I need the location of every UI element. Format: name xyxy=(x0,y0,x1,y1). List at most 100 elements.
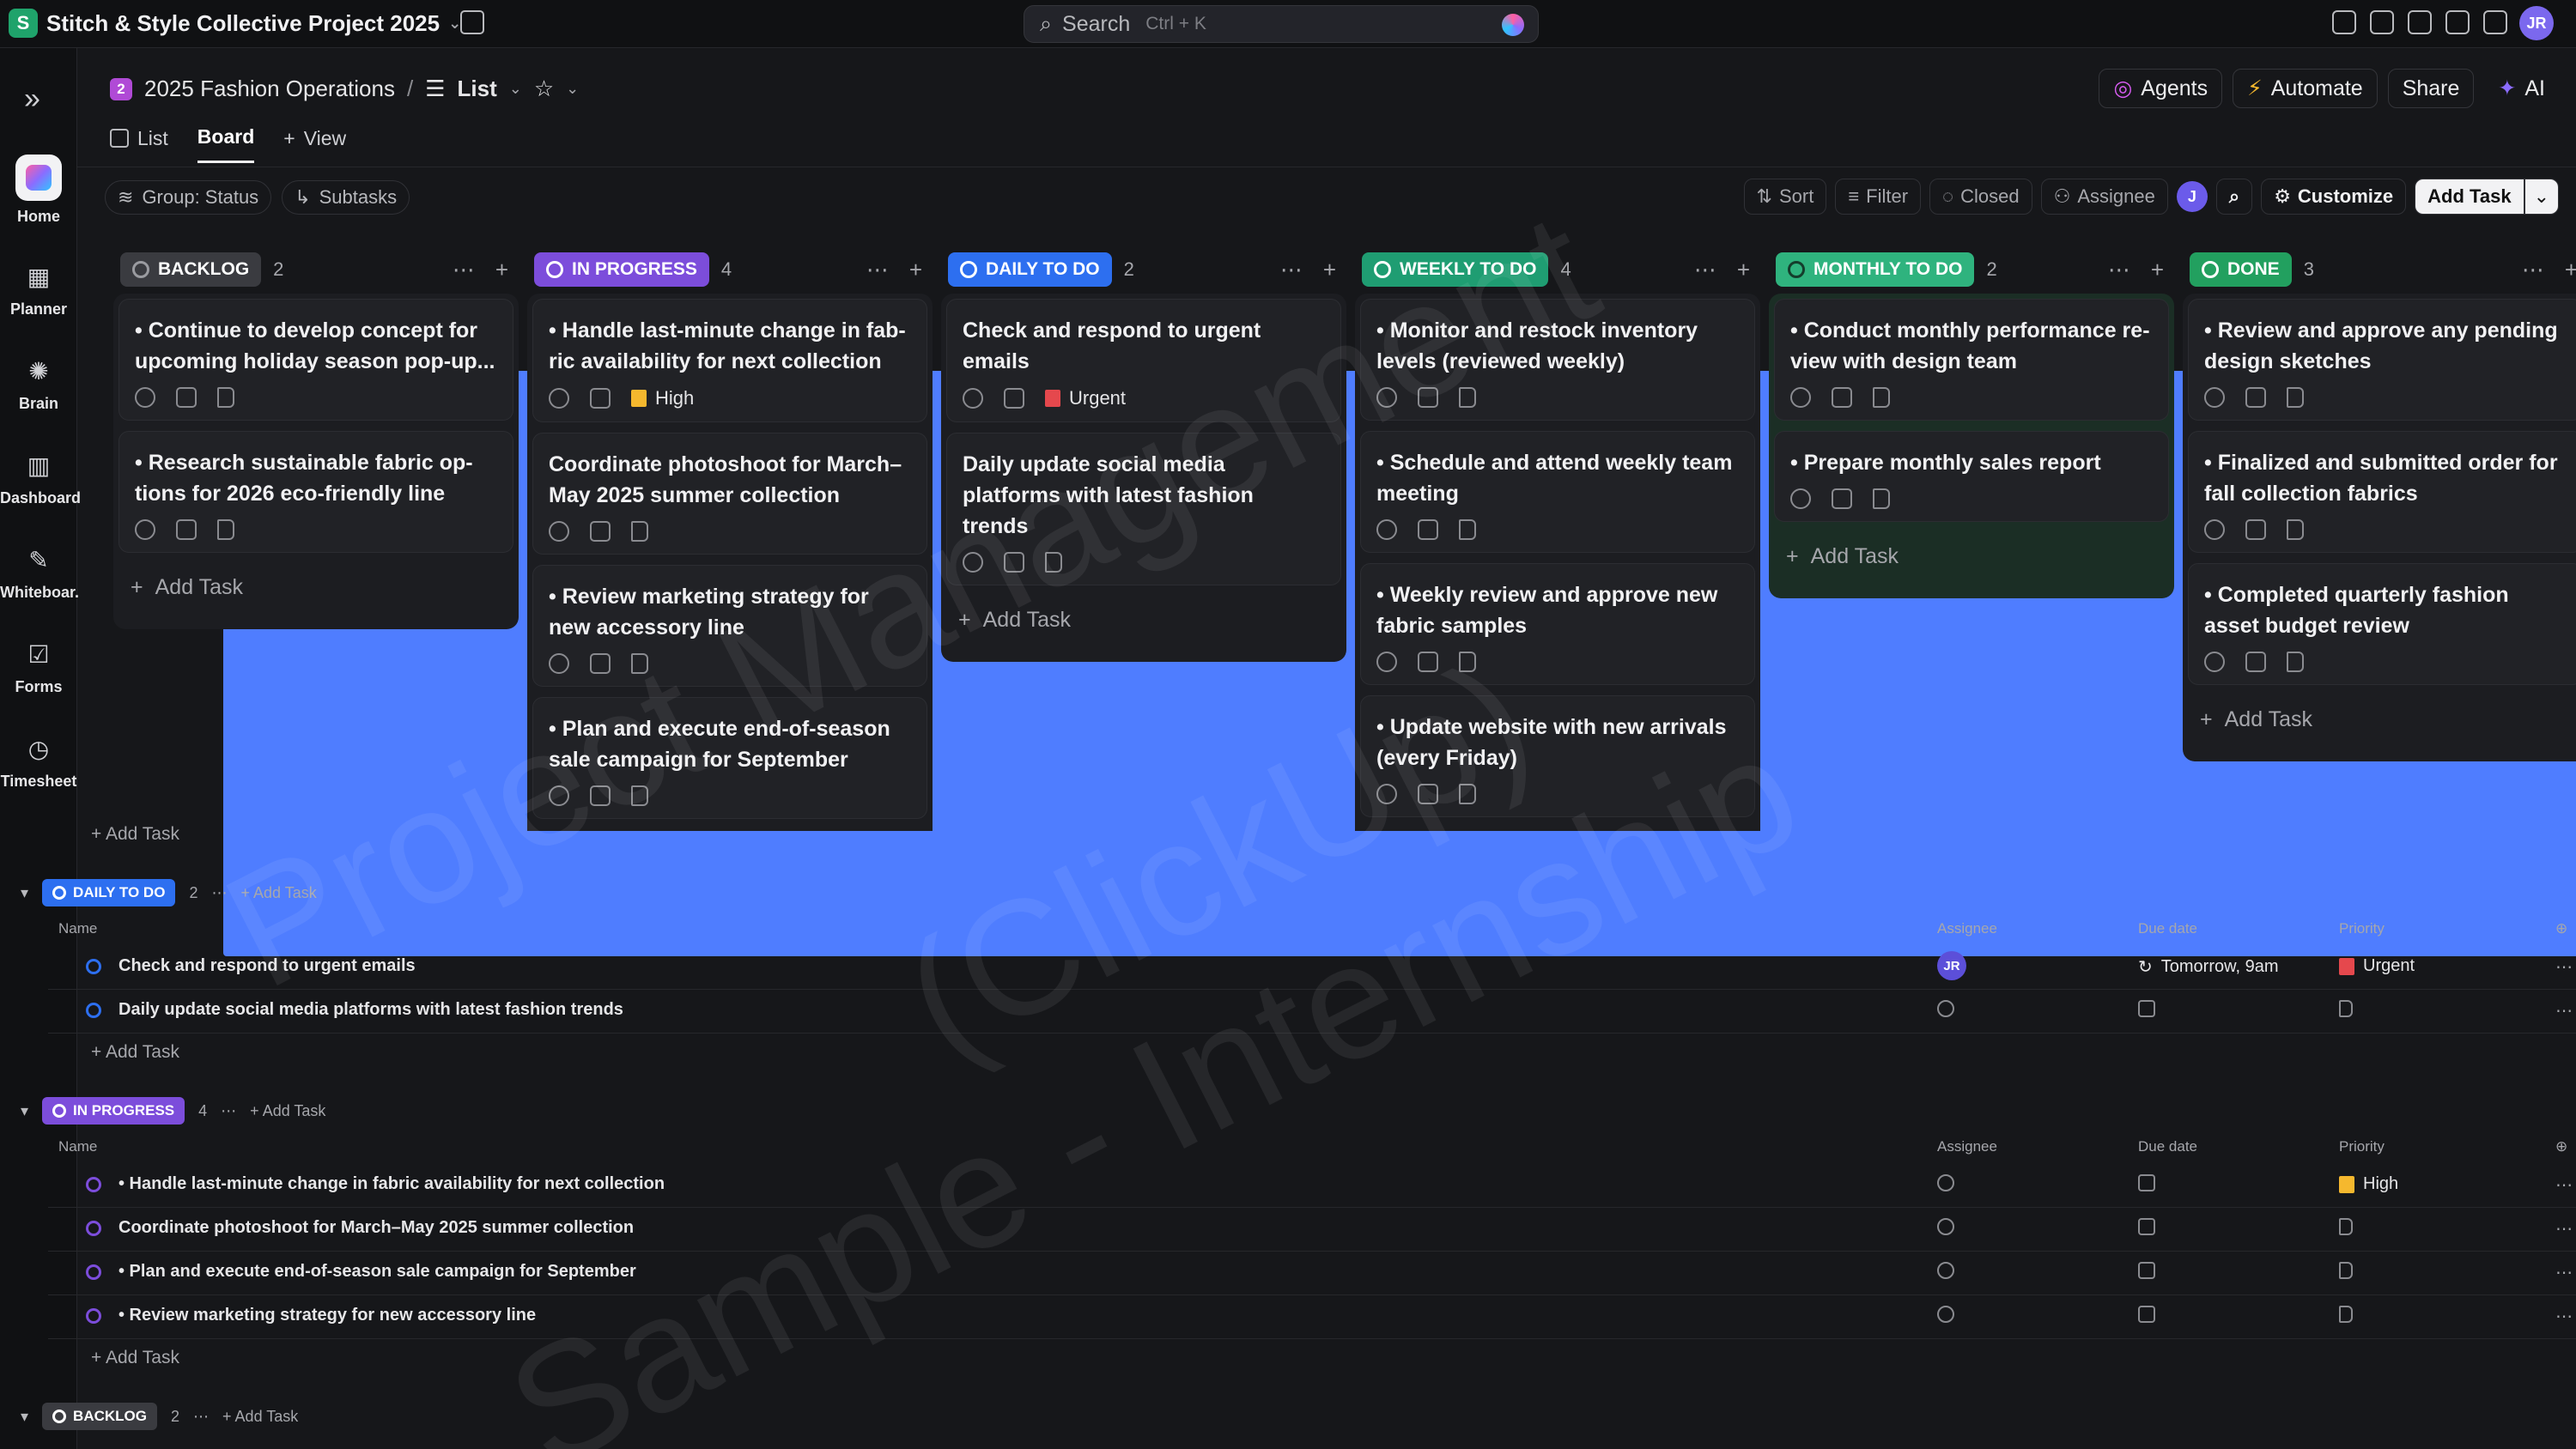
task-card[interactable]: • Continue to develop concept for upcomi… xyxy=(118,299,513,421)
status-pill[interactable]: DAILY TO DO xyxy=(948,252,1112,287)
calendar-icon[interactable] xyxy=(1418,784,1438,804)
assignee-icon[interactable] xyxy=(135,519,155,540)
checkmark-icon[interactable] xyxy=(2332,10,2356,34)
calendar-icon[interactable] xyxy=(1418,519,1438,540)
task-name-cell[interactable]: • Plan and execute end-of-season sale ca… xyxy=(86,1262,636,1282)
expand-sidebar-icon[interactable]: » xyxy=(24,82,40,116)
add-task-link[interactable]: + Add Task xyxy=(240,884,316,902)
ai-assistant-icon[interactable] xyxy=(1502,14,1524,36)
rail-item-whiteboard[interactable]: ✎ Whiteboar. xyxy=(0,543,79,602)
workspace-switcher[interactable]: Stitch & Style Collective Project 2025 ⌄ xyxy=(46,10,461,37)
flag-icon[interactable] xyxy=(631,653,648,674)
chevron-down-icon[interactable]: ⌄ xyxy=(509,80,522,98)
user-avatar[interactable]: JR xyxy=(2519,6,2554,40)
collapse-caret-icon[interactable]: ▾ xyxy=(21,1102,28,1120)
collapse-caret-icon[interactable]: ▾ xyxy=(21,884,28,902)
more-icon[interactable]: ⋯ xyxy=(453,257,475,283)
task-card[interactable]: • Completed quarterly fashion asset budg… xyxy=(2188,563,2576,685)
status-pill[interactable]: BACKLOG xyxy=(120,252,262,287)
plus-icon[interactable]: + xyxy=(909,257,922,283)
more-icon[interactable]: ⋯ xyxy=(866,257,889,283)
assignee-icon[interactable] xyxy=(1376,784,1397,804)
rail-item-timesheet[interactable]: ◷ Timesheet xyxy=(0,731,77,791)
plus-icon[interactable]: + xyxy=(2151,257,2164,283)
plus-icon[interactable]: + xyxy=(2565,257,2576,283)
calendar-icon[interactable] xyxy=(1004,552,1024,573)
plus-icon[interactable]: + xyxy=(1737,257,1750,283)
task-card[interactable]: Coordinate photoshoot for March–May 2025… xyxy=(532,433,927,555)
due-date-cell[interactable] xyxy=(2138,1174,2155,1191)
add-task-link[interactable]: + Add Task xyxy=(91,1042,179,1063)
tab-board[interactable]: Board xyxy=(197,125,2576,956)
task-card[interactable]: Daily update social media platforms with… xyxy=(946,433,1341,585)
assignee-cell[interactable]: JR xyxy=(1937,951,1966,980)
task-card[interactable]: • Conduct monthly performance re­view wi… xyxy=(1774,299,2169,421)
search-tasks-button[interactable]: ⌕ xyxy=(2215,179,2253,215)
task-card[interactable]: • Schedule and attend weekly team meetin… xyxy=(1360,431,1755,553)
assignee-icon[interactable] xyxy=(549,388,569,409)
task-card[interactable]: • Review marketing strategy for new acce… xyxy=(532,565,927,687)
due-date-cell[interactable] xyxy=(2138,1000,2155,1017)
assignee-icon[interactable] xyxy=(1790,488,1811,509)
rail-item-forms[interactable]: ☑ Forms xyxy=(0,637,77,696)
automate-button[interactable]: ⚡ Automate xyxy=(2233,69,2378,108)
task-card[interactable]: • Prepare monthly sales report xyxy=(1774,431,2169,522)
add-task-link[interactable]: +Add Task xyxy=(118,563,513,612)
calendar-icon[interactable] xyxy=(2245,652,2266,672)
task-card[interactable]: • Weekly review and approve new fabric s… xyxy=(1360,563,1755,685)
status-pill[interactable]: DONE xyxy=(2190,252,2292,287)
more-icon[interactable]: ⋯ xyxy=(1694,257,1716,283)
calendar-icon[interactable] xyxy=(176,519,197,540)
group-by-button[interactable]: ≋ Group: Status xyxy=(105,180,272,215)
task-card[interactable]: • Research sustainable fabric op­tions f… xyxy=(118,431,513,553)
flag-icon[interactable] xyxy=(1459,784,1476,804)
table-row[interactable]: • Plan and execute end-of-season sale ca… xyxy=(48,1252,2576,1295)
calendar-icon[interactable] xyxy=(460,10,484,34)
ai-button[interactable]: ✦ AI xyxy=(2484,69,2559,108)
flag-icon[interactable] xyxy=(1873,488,1890,509)
table-row[interactable]: Coordinate photoshoot for March–May 2025… xyxy=(48,1208,2576,1252)
assignee-cell[interactable] xyxy=(1937,1174,1954,1191)
more-icon[interactable]: ⋯ xyxy=(193,1408,209,1426)
calendar-icon[interactable] xyxy=(176,387,197,408)
calendar-icon[interactable] xyxy=(1832,387,1852,408)
plus-icon[interactable]: + xyxy=(495,257,508,283)
video-icon[interactable] xyxy=(2408,10,2432,34)
due-date-cell[interactable]: ↻ Tomorrow, 9am xyxy=(2138,956,2278,978)
status-pill[interactable]: IN PROGRESS xyxy=(534,252,709,287)
rail-item-dashboard[interactable]: ▥ Dashboard xyxy=(0,448,81,507)
more-icon[interactable]: ⋯ xyxy=(2555,1218,2573,1240)
add-task-link[interactable]: + Add Task xyxy=(91,1348,179,1368)
chevron-down-icon[interactable]: ⌄ xyxy=(566,80,579,98)
more-icon[interactable]: ⋯ xyxy=(1280,257,1303,283)
apps-icon[interactable] xyxy=(2483,10,2507,34)
add-task-link[interactable]: +Add Task xyxy=(2188,695,2576,744)
add-task-link[interactable]: +Add Task xyxy=(532,829,927,831)
agents-button[interactable]: ◎ Agents xyxy=(2099,69,2223,108)
task-name-cell[interactable]: Daily update social media platforms with… xyxy=(86,1000,623,1020)
flag-icon[interactable] xyxy=(2287,387,2304,408)
more-icon[interactable]: ⋯ xyxy=(211,884,227,902)
priority-cell[interactable] xyxy=(2339,1218,2353,1235)
assignee-icon[interactable] xyxy=(135,387,155,408)
tab-list[interactable]: List xyxy=(110,125,168,163)
priority-cell[interactable] xyxy=(2339,1262,2353,1279)
assignee-icon[interactable] xyxy=(1376,652,1397,672)
task-card[interactable]: • Plan and execute end-of-season sale ca… xyxy=(532,697,927,819)
status-pill[interactable]: WEEKLY TO DO xyxy=(1362,252,1549,287)
assignee-button[interactable]: ⚇ Assignee xyxy=(2040,179,2168,215)
calendar-icon[interactable] xyxy=(2245,387,2266,408)
due-date-cell[interactable] xyxy=(2138,1218,2155,1235)
add-task-link[interactable]: + Add Task xyxy=(222,1408,298,1426)
flag-icon[interactable] xyxy=(631,521,648,542)
task-card[interactable]: Check and respond to urgent emails Urgent xyxy=(946,299,1341,422)
breadcrumb-view[interactable]: List xyxy=(458,76,497,102)
table-row[interactable]: Daily update social media platforms with… xyxy=(48,990,2576,1034)
calendar-icon[interactable] xyxy=(1832,488,1852,509)
add-task-link[interactable]: +Add Task xyxy=(946,596,1341,645)
calendar-icon[interactable] xyxy=(1418,387,1438,408)
calendar-icon[interactable] xyxy=(590,653,611,674)
assignee-icon[interactable] xyxy=(1790,387,1811,408)
table-row[interactable]: Check and respond to urgent emails JR ↻ Tom… xyxy=(48,946,2576,990)
flag-icon[interactable] xyxy=(1459,652,1476,672)
